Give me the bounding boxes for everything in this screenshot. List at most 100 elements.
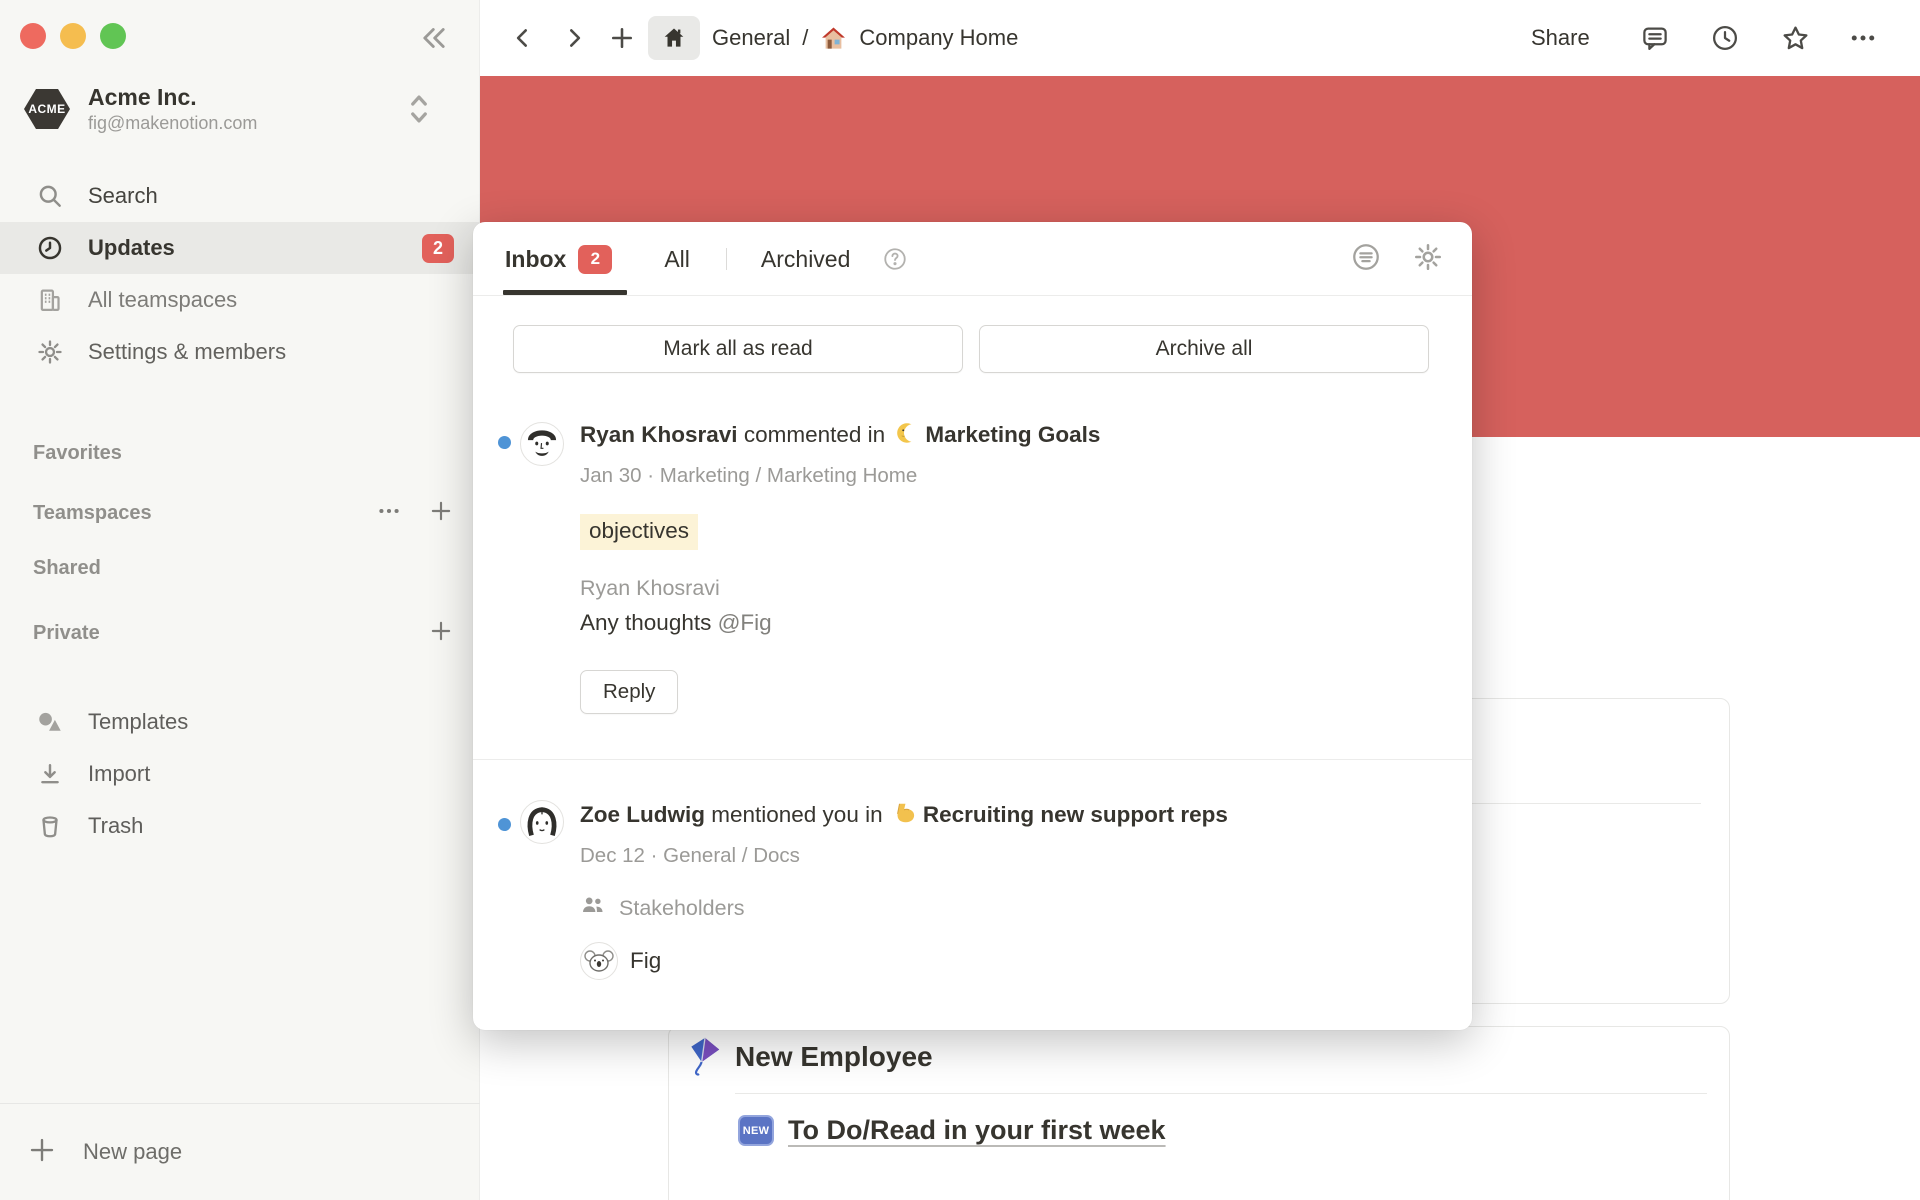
share-button[interactable]: Share bbox=[1531, 25, 1590, 51]
section-label: Teamspaces bbox=[33, 502, 152, 525]
favorite-star-icon[interactable] bbox=[1780, 23, 1811, 54]
forward-icon[interactable] bbox=[561, 25, 587, 51]
section-favorites[interactable]: Favorites bbox=[0, 438, 480, 468]
archive-all-button[interactable]: Archive all bbox=[979, 325, 1429, 373]
person-name: Fig bbox=[630, 948, 661, 974]
history-icon[interactable] bbox=[1710, 23, 1740, 53]
clock-icon bbox=[30, 234, 70, 262]
inbox-header: Inbox 2 All Archived bbox=[473, 222, 1472, 296]
inbox-tabs: Inbox 2 All Archived bbox=[505, 222, 908, 296]
page-link[interactable]: To Do/Read in your first week bbox=[788, 1115, 1166, 1146]
sidebar-item-settings[interactable]: Settings & members bbox=[0, 326, 480, 378]
notification-title: Ryan Khosravi commented in Marketing Goa… bbox=[580, 418, 1100, 456]
notification-meta: Dec 12 · General / Docs bbox=[580, 844, 1228, 868]
window-controls bbox=[20, 23, 126, 49]
add-teamspace-icon[interactable] bbox=[428, 498, 454, 529]
tab-archived[interactable]: Archived bbox=[761, 246, 850, 273]
zoom-window-button[interactable] bbox=[100, 23, 126, 49]
tab-all[interactable]: All bbox=[664, 246, 690, 273]
sidebar-item-all-teamspaces[interactable]: All teamspaces bbox=[0, 274, 480, 326]
new-page-label: New page bbox=[83, 1139, 182, 1165]
comment-author: Ryan Khosravi bbox=[580, 576, 1100, 601]
notion-window: ACME Acme Inc. fig@makenotion.com Search bbox=[0, 0, 1920, 1200]
chevron-up-down-icon[interactable] bbox=[404, 90, 434, 133]
tab-separator bbox=[726, 248, 727, 270]
workspace-switcher[interactable]: ACME Acme Inc. fig@makenotion.com bbox=[24, 78, 456, 140]
new-tab-icon[interactable] bbox=[608, 24, 636, 52]
page-link-row[interactable]: NEW To Do/Read in your first week bbox=[738, 1115, 1166, 1146]
comment-body: Any thoughts bbox=[580, 610, 718, 635]
new-page-button[interactable]: New page bbox=[0, 1103, 480, 1200]
active-tab-underline bbox=[503, 290, 627, 295]
sidebar-item-label: Settings & members bbox=[88, 339, 286, 365]
comments-icon[interactable] bbox=[1640, 23, 1670, 53]
card-title: New Employee bbox=[735, 1041, 933, 1073]
sidebar-nav: Search Updates 2 All teamspaces Setting bbox=[0, 170, 480, 378]
crescent-moon-emoji bbox=[895, 420, 921, 456]
inbox-actions: Mark all as read Archive all bbox=[513, 325, 1429, 373]
workspace-name: Acme Inc. bbox=[88, 83, 257, 111]
notification-body: Ryan Khosravi commented in Marketing Goa… bbox=[580, 418, 1100, 714]
action-text: commented in bbox=[738, 422, 892, 447]
sidebar: ACME Acme Inc. fig@makenotion.com Search bbox=[0, 0, 480, 1200]
section-teamspaces[interactable]: Teamspaces bbox=[0, 498, 480, 528]
inbox-count-badge: 2 bbox=[578, 245, 612, 274]
updates-count-badge: 2 bbox=[422, 234, 454, 263]
add-private-page-icon[interactable] bbox=[428, 618, 454, 649]
kite-emoji bbox=[685, 1035, 725, 1084]
reply-button[interactable]: Reply bbox=[580, 670, 678, 714]
person-row: Fig bbox=[580, 942, 1228, 980]
sidebar-item-templates[interactable]: Templates bbox=[0, 696, 480, 748]
sidebar-item-label: Search bbox=[88, 183, 158, 209]
unread-dot bbox=[498, 436, 511, 449]
breadcrumb: General / Company Home bbox=[712, 25, 1018, 52]
target-page[interactable]: Marketing Goals bbox=[925, 422, 1100, 447]
section-label: Private bbox=[33, 622, 100, 645]
workspace-meta: Acme Inc. fig@makenotion.com bbox=[88, 83, 257, 135]
more-options-icon[interactable] bbox=[1848, 23, 1878, 53]
sidebar-item-label: Trash bbox=[88, 813, 143, 839]
sidebar-sections: Favorites Teamspaces Shared Private bbox=[0, 438, 480, 678]
close-window-button[interactable] bbox=[20, 23, 46, 49]
collapse-sidebar-icon[interactable] bbox=[414, 18, 454, 58]
notification-title: Zoe Ludwig mentioned you in Recruiting n… bbox=[580, 798, 1228, 836]
tab-label: Inbox bbox=[505, 246, 566, 273]
import-icon bbox=[30, 760, 70, 788]
breadcrumb-root[interactable]: General bbox=[712, 25, 790, 51]
settings-gear-icon[interactable] bbox=[1412, 241, 1444, 278]
sidebar-item-updates[interactable]: Updates 2 bbox=[0, 222, 480, 274]
tab-inbox[interactable]: Inbox 2 bbox=[505, 245, 612, 274]
property-row: Stakeholders bbox=[580, 892, 1228, 924]
sidebar-item-search[interactable]: Search bbox=[0, 170, 480, 222]
notification-divider bbox=[473, 759, 1472, 760]
building-icon bbox=[30, 286, 70, 314]
new-emoji: NEW bbox=[738, 1115, 774, 1146]
action-text: mentioned you in bbox=[705, 802, 889, 827]
home-tab-button[interactable] bbox=[648, 16, 700, 60]
gear-icon bbox=[30, 338, 70, 366]
minimize-window-button[interactable] bbox=[60, 23, 86, 49]
avatar bbox=[520, 800, 564, 844]
new-employee-card: New Employee NEW To Do/Read in your firs… bbox=[668, 1026, 1730, 1200]
filter-icon[interactable] bbox=[1350, 241, 1382, 278]
help-icon[interactable] bbox=[882, 246, 908, 272]
mark-all-read-button[interactable]: Mark all as read bbox=[513, 325, 963, 373]
sidebar-item-label: Import bbox=[88, 761, 150, 787]
section-shared[interactable]: Shared bbox=[0, 553, 480, 583]
workspace-logo: ACME bbox=[24, 89, 70, 129]
comment-text: Any thoughts @Fig bbox=[580, 610, 1100, 636]
plus-icon bbox=[27, 1135, 57, 1170]
back-icon[interactable] bbox=[510, 25, 536, 51]
property-value: Stakeholders bbox=[619, 896, 745, 921]
mention[interactable]: @Fig bbox=[718, 610, 772, 635]
sidebar-item-import[interactable]: Import bbox=[0, 748, 480, 800]
avatar bbox=[520, 422, 564, 466]
updates-popover: Inbox 2 All Archived Mar bbox=[473, 222, 1472, 1030]
breadcrumb-page[interactable]: Company Home bbox=[859, 25, 1018, 51]
target-page[interactable]: Recruiting new support reps bbox=[923, 802, 1228, 827]
sidebar-item-trash[interactable]: Trash bbox=[0, 800, 480, 852]
actor-name: Ryan Khosravi bbox=[580, 422, 738, 447]
breadcrumb-separator: / bbox=[802, 25, 808, 51]
more-icon[interactable] bbox=[376, 498, 402, 529]
section-private[interactable]: Private bbox=[0, 618, 480, 648]
